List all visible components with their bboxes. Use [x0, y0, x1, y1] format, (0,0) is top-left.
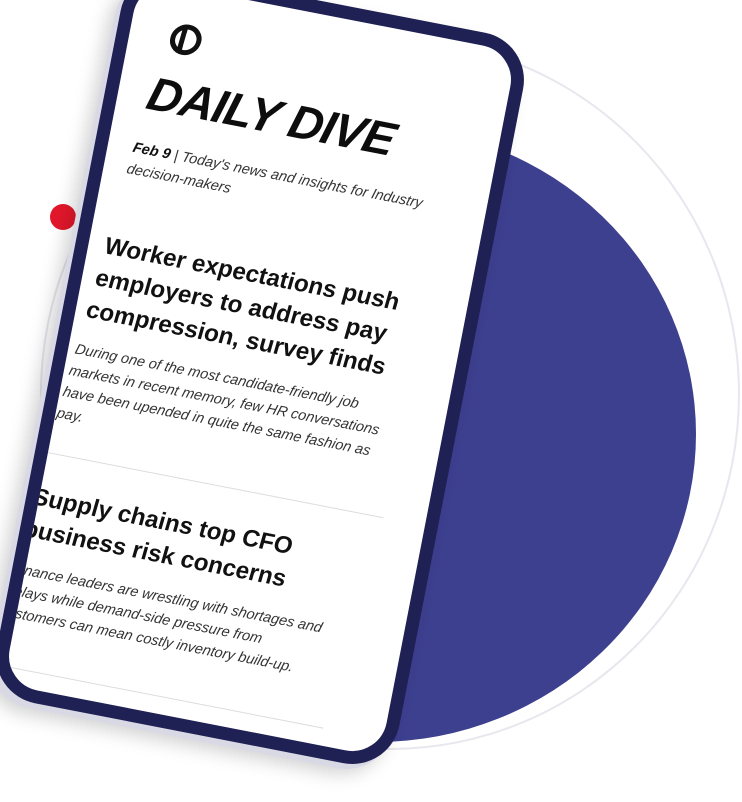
dateline: Feb 9 | Today's news and insights for In… [124, 137, 450, 241]
accent-dot [50, 204, 76, 230]
article-item[interactable]: Supply chains top CFO business risk conc… [0, 481, 352, 683]
issue-date: Feb 9 [130, 140, 173, 163]
article-item[interactable]: Worker expectations push employers to ad… [54, 230, 424, 485]
industry-dive-logo-icon [169, 24, 202, 56]
